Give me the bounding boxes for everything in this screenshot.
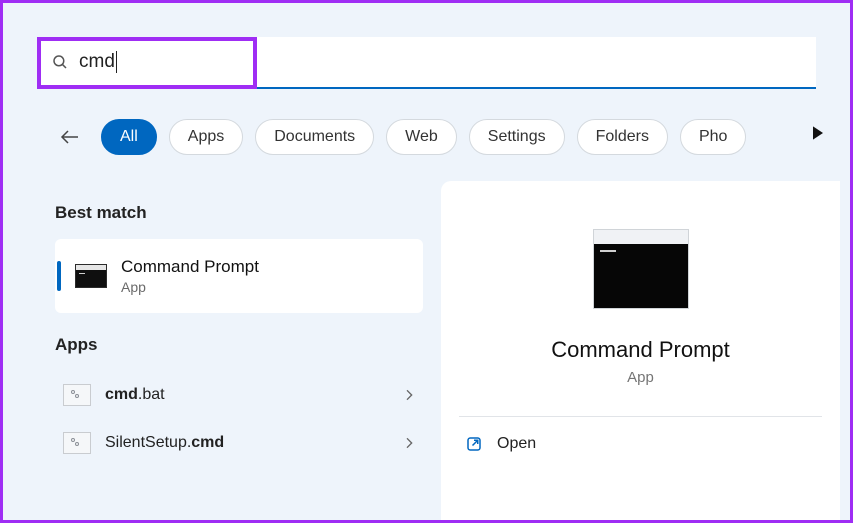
app-result-0[interactable]: cmd.bat — [55, 371, 423, 419]
filter-apps[interactable]: Apps — [169, 119, 243, 155]
search-bar[interactable]: cmd — [37, 37, 816, 89]
search-icon — [51, 53, 69, 71]
app-preview-kind: App — [627, 369, 654, 386]
filter-documents[interactable]: Documents — [255, 119, 374, 155]
filter-pho[interactable]: Pho — [680, 119, 746, 155]
text-cursor — [116, 51, 117, 73]
filter-web[interactable]: Web — [386, 119, 457, 155]
result-subtitle: App — [121, 279, 259, 295]
open-action[interactable]: Open — [459, 417, 822, 453]
results-area: Best match Command Prompt App Apps cmd.b… — [3, 181, 850, 520]
bat-file-icon — [63, 384, 91, 406]
apps-section-header: Apps — [55, 335, 423, 355]
search-query: cmd — [79, 51, 117, 73]
best-match-result[interactable]: Command Prompt App — [55, 239, 423, 313]
bat-file-icon — [63, 432, 91, 454]
open-icon — [465, 435, 483, 453]
scroll-right-button[interactable] — [808, 123, 832, 147]
result-title: Command Prompt — [121, 257, 259, 277]
filter-all[interactable]: All — [101, 119, 157, 155]
command-prompt-icon — [75, 264, 107, 288]
search-bar-container: cmd — [37, 37, 816, 89]
back-button[interactable] — [55, 122, 85, 152]
windows-search-popup: cmd All Apps Documents Web Settings Folders Ph… — [0, 0, 853, 523]
results-list: Best match Command Prompt App Apps cmd.b… — [3, 181, 441, 520]
preview-pane: Command Prompt App Open — [441, 181, 840, 520]
filter-folders[interactable]: Folders — [577, 119, 668, 155]
open-label: Open — [497, 435, 536, 453]
app-result-1[interactable]: SilentSetup.cmd — [55, 419, 423, 467]
app-result-label: cmd.bat — [105, 386, 165, 404]
filter-settings[interactable]: Settings — [469, 119, 565, 155]
app-preview-title: Command Prompt — [551, 337, 730, 363]
app-result-label: SilentSetup.cmd — [105, 434, 224, 452]
filter-row: All Apps Documents Web Settings Folders Pho — [55, 115, 822, 159]
app-preview-icon — [593, 229, 689, 309]
selection-indicator — [57, 261, 61, 291]
result-text-group: Command Prompt App — [121, 257, 259, 295]
chevron-right-icon — [401, 387, 417, 403]
best-match-header: Best match — [55, 203, 423, 223]
chevron-right-icon — [401, 435, 417, 451]
